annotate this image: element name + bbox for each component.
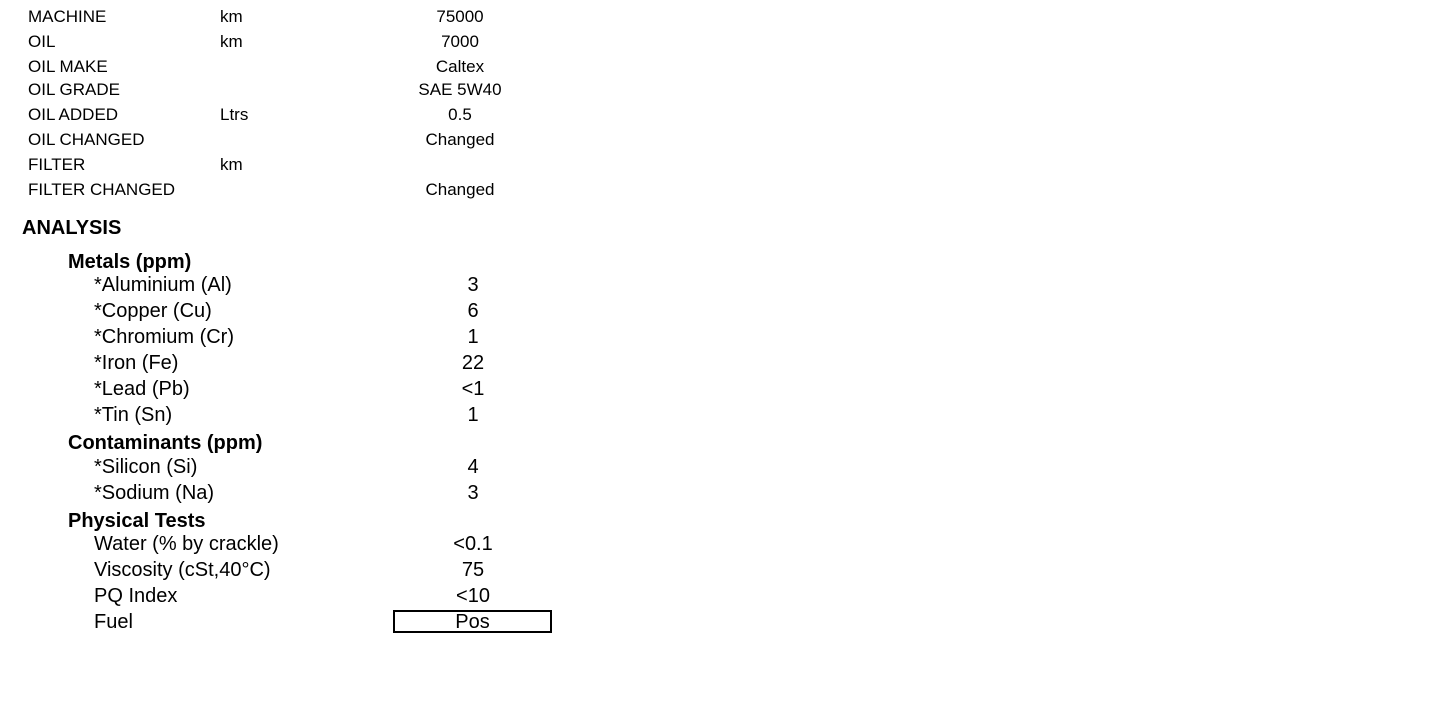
service-label: FILTER <box>28 155 86 174</box>
service-label: OIL ADDED <box>28 105 119 124</box>
test-label: Viscosity (cSt,40°C) <box>94 559 271 581</box>
service-value: Changed <box>425 130 495 149</box>
test-value: <0.1 <box>453 533 493 555</box>
service-label: OIL GRADE <box>28 80 120 99</box>
test-value: 1 <box>467 404 479 426</box>
service-value: Changed <box>425 180 495 199</box>
test-label: *Chromium (Cr) <box>94 326 234 348</box>
test-value: 22 <box>461 352 485 374</box>
service-value: Caltex <box>435 57 485 76</box>
test-value: <10 <box>456 585 490 607</box>
test-value: 3 <box>467 482 479 504</box>
service-unit: km <box>220 7 243 26</box>
service-label: FILTER CHANGED <box>28 180 176 199</box>
metals-heading: Metals (ppm) <box>68 251 192 273</box>
test-label: Water (% by crackle) <box>94 533 279 555</box>
test-label: Fuel <box>94 611 133 633</box>
service-label: MACHINE <box>28 7 107 26</box>
test-value: <1 <box>461 378 485 400</box>
test-value: 1 <box>467 326 479 348</box>
fuel-result-box: Pos <box>393 610 552 633</box>
test-label: *Iron (Fe) <box>94 352 179 374</box>
service-value: 7000 <box>441 32 479 51</box>
service-label: OIL MAKE <box>28 57 108 76</box>
test-label: PQ Index <box>94 585 178 607</box>
test-value: 4 <box>467 456 479 478</box>
test-label: *Aluminium (Al) <box>94 274 232 296</box>
test-label: *Copper (Cu) <box>94 300 212 322</box>
test-value: 6 <box>467 300 479 322</box>
service-label: OIL <box>28 32 56 51</box>
service-unit: km <box>220 155 243 174</box>
service-unit: Ltrs <box>220 105 249 124</box>
service-label: OIL CHANGED <box>28 130 145 149</box>
test-label: *Silicon (Si) <box>94 456 198 478</box>
test-value: 75 <box>461 559 485 581</box>
service-value: 0.5 <box>448 105 472 124</box>
test-value: 3 <box>467 274 479 296</box>
contaminants-heading: Contaminants (ppm) <box>68 432 263 454</box>
test-label: *Sodium (Na) <box>94 482 215 504</box>
analysis-heading: ANALYSIS <box>22 217 122 239</box>
service-value: 75000 <box>436 7 484 26</box>
test-label: *Tin (Sn) <box>94 404 173 426</box>
physical-heading: Physical Tests <box>68 510 206 532</box>
service-value: SAE 5W40 <box>418 80 502 99</box>
test-label: *Lead (Pb) <box>94 378 190 400</box>
service-unit: km <box>220 32 243 51</box>
